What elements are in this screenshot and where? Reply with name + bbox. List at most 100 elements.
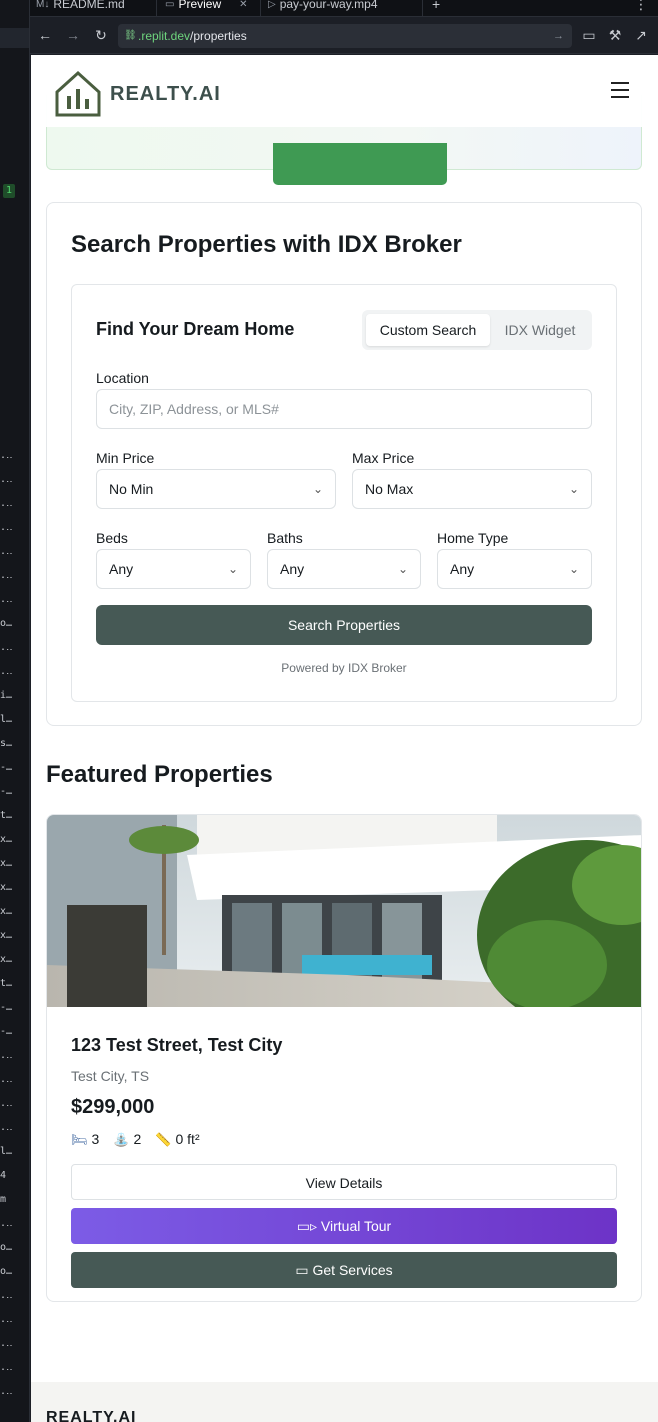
- chevron-down-icon: ⌄: [312, 482, 323, 496]
- chevron-down-icon: ⌄: [568, 482, 579, 496]
- tab-label: pay-your-way.mp4: [279, 0, 378, 11]
- wrench-icon[interactable]: ⚒: [606, 26, 624, 44]
- beds-select[interactable]: Any ⌄: [96, 549, 251, 589]
- play-icon: ▷: [268, 0, 276, 10]
- shower-icon: ⛲: [113, 1132, 130, 1147]
- property-address[interactable]: 123 Test Street, Test City: [71, 1035, 282, 1056]
- gutter-text: x…: [0, 858, 13, 869]
- min-price-select[interactable]: No Min ⌄: [96, 469, 336, 509]
- tab-divider: [422, 0, 423, 17]
- tab-readme[interactable]: M↓ README.md: [36, 0, 125, 14]
- hamburger-menu-icon[interactable]: [611, 82, 631, 100]
- gutter-text: x…: [0, 834, 13, 845]
- reload-icon[interactable]: ↻: [92, 26, 110, 44]
- location-input[interactable]: City, ZIP, Address, or MLS#: [96, 389, 592, 429]
- baths-label: Baths: [267, 530, 303, 546]
- footer-logo-text[interactable]: REALTY.AI: [46, 1409, 136, 1422]
- gutter-text: .‥: [0, 1290, 13, 1301]
- gutter-text: .‥: [0, 1050, 13, 1061]
- open-external-icon[interactable]: ↗: [632, 26, 650, 44]
- gutter-text: .‥: [0, 642, 13, 653]
- chevron-down-icon: ⌄: [397, 562, 408, 576]
- tab-idx-widget[interactable]: IDX Widget: [492, 314, 588, 346]
- property-card: 123 Test Street, Test City Test City, TS…: [46, 814, 642, 1302]
- plus-icon: +: [432, 0, 441, 12]
- gutter-text: t…: [0, 810, 13, 821]
- tab-preview[interactable]: ▭ Preview ✕: [165, 0, 248, 14]
- house-chart-logo-icon[interactable]: [54, 70, 102, 118]
- featured-title: Featured Properties: [46, 761, 273, 788]
- beds-label: Beds: [96, 530, 128, 546]
- section-title: Search Properties with IDX Broker: [71, 231, 462, 258]
- gutter-text: x…: [0, 906, 13, 917]
- gutter-text: 4: [0, 1170, 7, 1181]
- tab-custom-search[interactable]: Custom Search: [366, 314, 490, 346]
- go-arrow-icon[interactable]: →: [553, 24, 564, 48]
- gutter-text: x…: [0, 954, 13, 965]
- select-value: No Min: [109, 481, 154, 497]
- gutter-text: i…: [0, 690, 13, 701]
- gutter-text: .‥: [0, 1098, 13, 1109]
- baths-count: 2: [133, 1131, 142, 1147]
- close-icon[interactable]: ✕: [239, 0, 247, 10]
- chevron-down-icon: ⌄: [227, 562, 238, 576]
- property-price: $299,000: [71, 1096, 155, 1118]
- editor-tab-strip: M↓ README.md ▭ Preview ✕ ▷ pay-your-way.…: [30, 0, 658, 17]
- back-arrow-icon[interactable]: ←: [36, 26, 54, 44]
- baths-select[interactable]: Any ⌄: [267, 549, 421, 589]
- banner-cta-button[interactable]: [273, 143, 447, 185]
- select-value: Any: [109, 561, 134, 577]
- tab-options-button[interactable]: ⋮: [634, 0, 648, 14]
- gutter-text: m: [0, 1194, 7, 1205]
- property-photo[interactable]: [47, 815, 642, 1007]
- gutter-text: l…: [0, 714, 13, 725]
- gutter-text: .‥: [0, 498, 13, 509]
- gutter-text: .‥: [0, 1362, 13, 1373]
- new-tab-button[interactable]: +: [432, 0, 440, 14]
- beds-count: 3: [91, 1131, 100, 1147]
- home-type-select[interactable]: Any ⌄: [437, 549, 592, 589]
- gutter-text: -…: [0, 1026, 13, 1037]
- location-label: Location: [96, 370, 149, 386]
- gutter-text: .‥: [0, 1122, 13, 1133]
- site-footer: REALTY.AI: [31, 1382, 658, 1422]
- devices-icon[interactable]: ▭: [580, 26, 598, 44]
- button-label: Virtual Tour: [320, 1218, 392, 1234]
- gutter-text: .‥: [0, 570, 13, 581]
- idx-search-section: Search Properties with IDX Broker Find Y…: [46, 202, 642, 726]
- select-value: Any: [450, 561, 475, 577]
- tab-divider: [156, 0, 157, 17]
- gutter-text: .‥: [0, 546, 13, 557]
- url-bar[interactable]: ⛓ .replit.dev/properties →: [118, 24, 572, 48]
- ruler-icon: 📏: [155, 1132, 172, 1147]
- max-price-label: Max Price: [352, 450, 415, 466]
- site-header: REALTY.AI: [31, 55, 658, 127]
- gutter-text: x…: [0, 882, 13, 893]
- max-price-select[interactable]: No Max ⌄: [352, 469, 592, 509]
- sqft-fact: 📏 0 ft²: [155, 1131, 199, 1148]
- forward-arrow-icon[interactable]: →: [64, 26, 82, 44]
- button-label: Get Services: [312, 1262, 393, 1278]
- browser-toolbar: ← → ↻ ⛓ .replit.dev/properties → ▭ ⚒ ↗: [30, 18, 658, 54]
- gutter-text: .‥: [0, 1218, 13, 1229]
- min-price-label: Min Price: [96, 450, 155, 466]
- page-viewport: REALTY.AI Search Properties with IDX Bro…: [31, 55, 658, 1422]
- search-properties-button[interactable]: Search Properties: [96, 605, 592, 645]
- gutter-text: -…: [0, 786, 13, 797]
- logo-text[interactable]: REALTY.AI: [110, 83, 221, 106]
- gutter-text: -…: [0, 762, 13, 773]
- monitor-icon: ▭: [165, 0, 175, 10]
- search-mode-toggle: Custom Search IDX Widget: [362, 310, 592, 350]
- tab-divider: [260, 0, 261, 17]
- more-vertical-icon: ⋮: [634, 0, 648, 12]
- form-title: Find Your Dream Home: [96, 319, 295, 339]
- tab-label: Preview: [178, 0, 222, 11]
- property-facts: 🛏 3 ⛲ 2 📏 0 ft²: [71, 1131, 200, 1148]
- view-details-button[interactable]: View Details: [71, 1164, 617, 1200]
- tab-video[interactable]: ▷ pay-your-way.mp4: [268, 0, 378, 14]
- virtual-tour-button[interactable]: ▭▹ Virtual Tour: [71, 1208, 617, 1244]
- gutter-tab[interactable]: [0, 28, 29, 48]
- gutter-text: o…: [0, 618, 13, 629]
- get-services-button[interactable]: ▭ Get Services: [71, 1252, 617, 1288]
- gutter-text: .‥: [0, 474, 13, 485]
